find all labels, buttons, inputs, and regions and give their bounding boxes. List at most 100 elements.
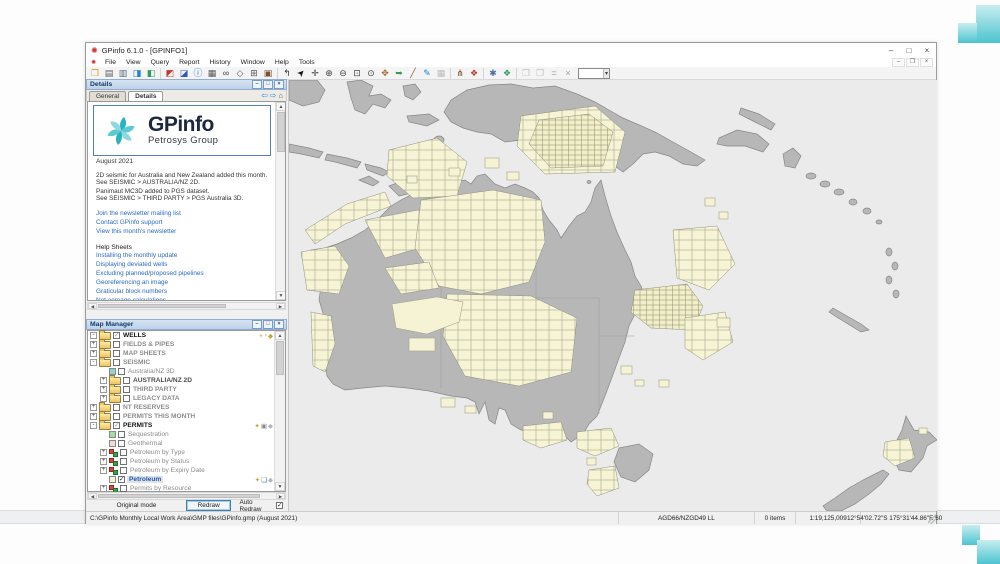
tree-item-map-sheets[interactable]: +MAP SHEETS	[88, 349, 275, 358]
help-link-excluding-planned-proposed-pipelines[interactable]: Excluding planned/proposed pipelines	[96, 270, 204, 279]
help-link-net-acreage-calculations[interactable]: Net acreage calculations	[96, 297, 204, 301]
minimize-button[interactable]: –	[882, 46, 900, 55]
redraw-button[interactable]: Redraw	[186, 500, 232, 511]
panel-minimize-icon[interactable]: –	[252, 80, 262, 89]
cursor-icon[interactable]: ✦	[255, 476, 260, 484]
tag-icon[interactable]: ◆	[268, 476, 273, 484]
calculator-icon[interactable]: ⊞	[247, 67, 261, 79]
help-link-installing-the-monthly-update[interactable]: Installing the monthly update	[96, 252, 204, 261]
layer-checkbox[interactable]: ✓	[113, 422, 120, 429]
tree-item-petroleum-by-expiry-date[interactable]: +Petroleum by Expiry Date	[88, 466, 275, 475]
annotate-icon[interactable]: ✎	[420, 67, 434, 79]
details-vscroll-thumb[interactable]	[277, 112, 285, 152]
tag-icon[interactable]: ◆	[268, 422, 273, 430]
tree-vscroll-thumb[interactable]	[276, 341, 284, 375]
link-contact-gpinfo-support[interactable]: Contact GPinfo support	[96, 219, 181, 228]
polygon-select-icon[interactable]: ◇	[233, 67, 247, 79]
tree-item-australia-nz-2d[interactable]: +AUSTRALIA/NZ 2D	[88, 376, 275, 385]
expand-icon[interactable]: +	[90, 341, 97, 348]
help-link-graticular-block-numbers[interactable]: Graticular block numbers	[96, 288, 204, 297]
layer-checkbox[interactable]	[123, 386, 130, 393]
tree-item-nt-reserves[interactable]: +NT RESERVES	[88, 403, 275, 412]
back-icon[interactable]: ⇦	[261, 91, 268, 100]
redraw-map-icon[interactable]: ➥	[392, 67, 406, 79]
pan-icon[interactable]: ✥	[378, 67, 392, 79]
tree-hscroll-thumb[interactable]	[98, 494, 260, 498]
panel-maximize-icon[interactable]: □	[263, 320, 273, 329]
cursor-icon[interactable]: ✦	[258, 332, 263, 340]
layer-checkbox[interactable]	[120, 458, 127, 465]
tree-item-wells[interactable]: -✓WELLS✦▫◆	[88, 331, 275, 340]
layer-checkbox[interactable]	[118, 431, 125, 438]
window-tile-icon[interactable]: ❒	[533, 67, 547, 79]
window-cascade-icon[interactable]: ❐	[519, 67, 533, 79]
tree-item-sequestration[interactable]: Sequestration	[88, 430, 275, 439]
expand-icon[interactable]: +	[90, 413, 97, 420]
measure-icon[interactable]: ╱	[406, 67, 420, 79]
expand-icon[interactable]: +	[100, 449, 107, 456]
collapse-icon[interactable]: -	[90, 422, 97, 429]
details-hscrollbar[interactable]: ◀ ▶	[87, 302, 286, 310]
panel-maximize-icon[interactable]: □	[263, 80, 273, 89]
scroll-left-icon[interactable]: ◀	[88, 303, 97, 309]
expand-icon[interactable]: +	[100, 377, 107, 384]
expand-icon[interactable]: +	[100, 395, 107, 402]
open-project-icon[interactable]: ❐	[88, 67, 102, 79]
equals-icon[interactable]: =	[547, 67, 561, 79]
layer-checkbox[interactable]	[113, 413, 120, 420]
link-view-this-month-s-newsletter[interactable]: View this month's newsletter	[96, 228, 181, 237]
grid-icon[interactable]: ▦	[434, 67, 448, 79]
layer-checkbox[interactable]	[118, 440, 125, 447]
title-bar[interactable]: ✺ GPinfo 6.1.0 - [GPINFO1] – □ ×	[86, 43, 936, 59]
tab-details[interactable]: Details	[128, 91, 163, 101]
scroll-left-icon[interactable]: ◀	[88, 493, 97, 499]
zoom-previous-icon[interactable]: ⊙	[364, 67, 378, 79]
layer-checkbox[interactable]: ✓	[118, 476, 125, 483]
help-link-displaying-deviated-wells[interactable]: Displaying deviated wells	[96, 261, 204, 270]
forward-icon[interactable]: ⇨	[270, 91, 277, 100]
map-settings-icon[interactable]: ✱	[486, 67, 500, 79]
menu-report[interactable]: Report	[174, 59, 204, 66]
find-binoculars-icon[interactable]: ∞	[219, 67, 233, 79]
tree-item-geothermal[interactable]: Geothermal	[88, 439, 275, 448]
menu-window[interactable]: Window	[236, 59, 270, 66]
layer-checkbox[interactable]	[123, 395, 130, 402]
tab-general[interactable]: General	[89, 91, 126, 101]
scroll-right-icon[interactable]: ▶	[276, 493, 285, 499]
menu-help[interactable]: Help	[270, 59, 294, 66]
expand-icon[interactable]: +	[100, 458, 107, 465]
layer-checkbox[interactable]	[113, 341, 120, 348]
tree-item-permits[interactable]: -✓PERMITS✦▣◆	[88, 421, 275, 430]
map-document-red-icon[interactable]: ◩	[163, 67, 177, 79]
table-icon[interactable]: ▦	[205, 67, 219, 79]
mdi-close-button[interactable]: ×	[920, 58, 933, 67]
export-data-icon[interactable]: ◧	[144, 67, 158, 79]
panel-close-icon[interactable]: ×	[274, 320, 284, 329]
collapse-icon[interactable]: -	[90, 332, 97, 339]
details-vscrollbar[interactable]: ▲ ▼	[275, 102, 286, 300]
map-canvas[interactable]	[288, 80, 937, 511]
layer-checkbox[interactable]	[123, 377, 130, 384]
scroll-down-icon[interactable]: ▼	[276, 291, 286, 300]
expand-icon[interactable]: +	[100, 485, 107, 492]
tree-item-permits-this-month[interactable]: +PERMITS THIS MONTH	[88, 412, 275, 421]
info-icon[interactable]: ⓘ	[191, 67, 205, 79]
print-preview-icon[interactable]: ▥	[116, 67, 130, 79]
layers-icon[interactable]: ❖	[467, 67, 481, 79]
original-mode-button[interactable]: Original mode	[87, 502, 186, 509]
tree-item-legacy-data[interactable]: +LEGACY DATA	[88, 394, 275, 403]
layer-checkbox[interactable]	[113, 350, 120, 357]
scale-combobox[interactable]: ▾	[578, 68, 610, 79]
cursor-icon[interactable]: ✦	[254, 422, 259, 430]
expand-icon[interactable]: +	[100, 386, 107, 393]
zoom-out-icon[interactable]: ⊖	[336, 67, 350, 79]
tree-item-seismic[interactable]: -SEISMIC	[88, 358, 275, 367]
tree-item-petroleum-by-type[interactable]: +Petroleum by Type	[88, 448, 275, 457]
menu-view[interactable]: View	[121, 59, 146, 66]
help-link-georeferencing-an-image[interactable]: Georeferencing an image	[96, 279, 204, 288]
menu-tools[interactable]: Tools	[294, 59, 320, 66]
scroll-down-icon[interactable]: ▼	[275, 482, 285, 491]
tree-item-petroleum-by-status[interactable]: +Petroleum by Status	[88, 457, 275, 466]
expand-icon[interactable]: +	[100, 467, 107, 474]
resize-grip[interactable]	[928, 512, 936, 524]
